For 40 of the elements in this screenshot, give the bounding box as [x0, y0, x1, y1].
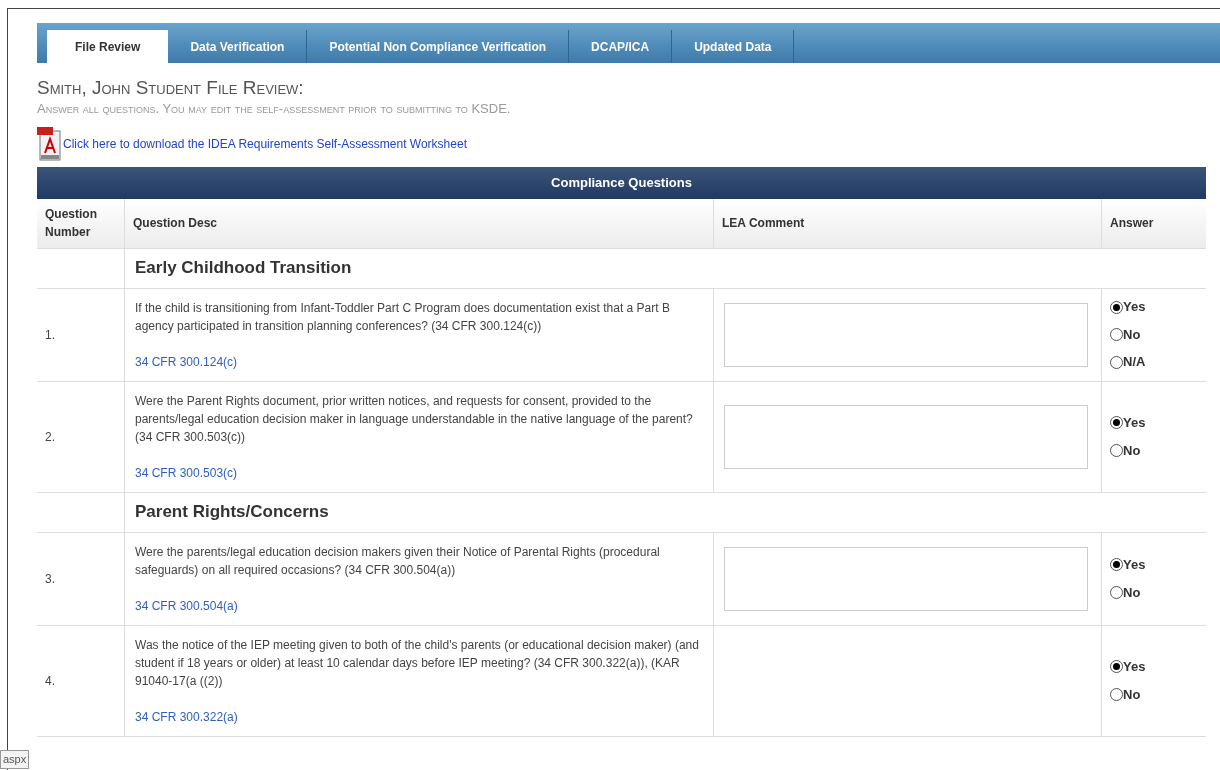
answer-radio[interactable]: Yes — [1110, 297, 1198, 317]
column-header: LEA Comment — [713, 198, 1101, 249]
column-header: Answer — [1101, 198, 1206, 249]
status-tooltip: aspx — [0, 750, 30, 769]
question-text: Were the Parent Rights document, prior written notices, and requests for consent, provided to the parents/legal education decision maker in language understandable in the native language of the parent? (34 CFR 300.503(c)) — [135, 392, 694, 446]
regulation-link[interactable]: 34 CFR 300.504(a) — [135, 596, 703, 615]
pdf-file-icon — [37, 126, 61, 161]
comment-field[interactable] — [724, 404, 1088, 469]
question-text: If the child is transitioning from Infant-Toddler Part C Program does documentation exist that a Part B agency participated in transition planning conferences? (34 CFR 300.124(c)) — [135, 299, 671, 335]
page-heading: Smith, John Student File Review: — [37, 77, 305, 99]
section-title: Parent Rights/Concerns — [135, 501, 329, 524]
regulation-link[interactable]: 34 CFR 300.322(a) — [135, 707, 703, 726]
regulation-link[interactable]: 34 CFR 300.124(c) — [135, 352, 703, 371]
answer-radio[interactable]: N/A — [1110, 352, 1198, 372]
answer-radio[interactable]: Yes — [1110, 555, 1198, 575]
question-text: Was the notice of the IEP meeting given to both of the child's parents (or educational decision maker) (and student if 18 years or older) at least 10 calendar days before IEP meeting? (34 CFR 300.322(a)), (KAR 91040-17(a ((2)) — [135, 636, 700, 690]
answer-radio[interactable]: No — [1110, 582, 1198, 602]
question-number: 3. — [45, 570, 55, 588]
answer-radio[interactable]: Yes — [1110, 657, 1198, 677]
comment-field[interactable] — [724, 302, 1088, 367]
answer-radio[interactable]: No — [1110, 324, 1198, 345]
tab[interactable]: File Review — [47, 30, 169, 63]
question-number: 1. — [45, 326, 55, 344]
question-number: 4. — [45, 672, 55, 690]
tab[interactable]: DCAP/ICA — [569, 30, 673, 63]
tab[interactable]: Updated Data — [672, 30, 795, 63]
section-title: Early Childhood Transition — [135, 257, 352, 280]
question-number: 2. — [45, 428, 55, 446]
answer-radio[interactable]: Yes — [1110, 413, 1198, 433]
comment-field[interactable] — [724, 546, 1088, 611]
tab[interactable]: Potential Non Compliance Verification — [307, 30, 570, 63]
question-text: Were the parents/legal education decision makers given their Notice of Parental Rights (procedural safeguards) on all required occasions? (34 CFR 300.504(a)) — [135, 543, 661, 579]
column-header: Question Desc — [124, 198, 713, 249]
answer-radio[interactable]: No — [1110, 440, 1198, 460]
tab[interactable]: Data Verification — [168, 30, 308, 63]
page-subheading: Answer all questions. You may edit the self-assessment prior to submitting to KSDE. — [37, 100, 512, 118]
regulation-link[interactable]: 34 CFR 300.503(c) — [135, 463, 703, 482]
table-title: Compliance Questions — [551, 173, 692, 192]
download-link[interactable]: Click here to download the IDEA Requirements Self-Assessment Worksheet — [63, 134, 467, 153]
answer-radio[interactable]: No — [1110, 684, 1198, 704]
